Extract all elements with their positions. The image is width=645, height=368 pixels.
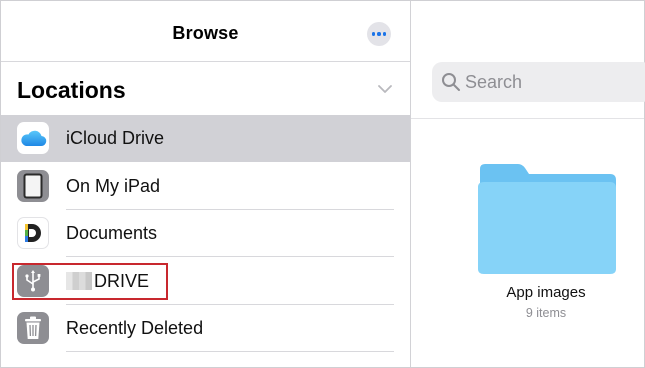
chevron-down-icon[interactable]: [377, 83, 393, 95]
ipad-icon: [17, 170, 49, 202]
more-dot-icon: [371, 32, 376, 36]
more-dot-icon: [382, 32, 387, 36]
location-label: On My iPad: [66, 176, 161, 196]
sidebar-header: Browse: [1, 1, 410, 62]
folder-name[interactable]: App images: [471, 284, 621, 301]
search-icon: [442, 73, 460, 91]
row-divider: [66, 256, 394, 257]
location-item-on-my-ipad[interactable]: On My iPad: [1, 163, 410, 210]
annotation-highlight-box: [12, 263, 168, 300]
row-divider: [66, 351, 394, 352]
location-item-documents[interactable]: Documents: [1, 210, 410, 257]
documents-app-icon: [17, 217, 49, 249]
section-title-locations: Locations: [17, 77, 126, 103]
location-item-recently-deleted[interactable]: Recently Deleted: [1, 305, 410, 352]
more-dot-icon: [377, 32, 381, 36]
search-input[interactable]: Search: [432, 62, 645, 102]
sidebar-title: Browse: [172, 23, 239, 43]
folder-icon[interactable]: [476, 163, 618, 275]
icloud-icon: [17, 122, 49, 154]
folder-item-count: 9 items: [525, 306, 567, 320]
browse-sidebar: Browse Locations iCloud Drive On My iPad…: [1, 1, 410, 367]
location-label: Recently Deleted: [66, 318, 204, 338]
trash-icon: [17, 312, 49, 344]
content-pane: Search App images 9 items: [411, 1, 645, 367]
location-label: iCloud Drive: [66, 128, 165, 148]
search-placeholder: Search: [465, 72, 523, 92]
location-label: Documents: [66, 223, 158, 243]
search-bar-area: Search: [411, 1, 645, 119]
location-item-icloud-drive[interactable]: iCloud Drive: [1, 115, 410, 162]
more-options-button[interactable]: [367, 22, 391, 46]
